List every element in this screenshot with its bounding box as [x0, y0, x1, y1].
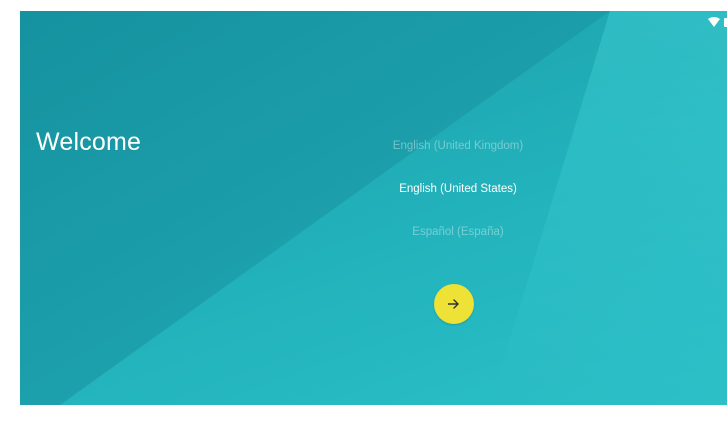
next-button[interactable] [434, 284, 474, 324]
language-option-en-gb[interactable]: English (United Kingdom) [338, 135, 578, 178]
language-option-es-es[interactable]: Español (España) [338, 221, 578, 264]
welcome-title: Welcome [36, 128, 142, 156]
status-bar [708, 15, 727, 29]
setup-welcome-screen: Welcome English (United Kingdom) English… [20, 11, 727, 405]
language-list[interactable]: English (United Kingdom) English (United… [338, 135, 578, 264]
arrow-right-icon [448, 299, 459, 309]
wifi-icon [708, 17, 720, 27]
language-option-en-us[interactable]: English (United States) [338, 178, 578, 221]
